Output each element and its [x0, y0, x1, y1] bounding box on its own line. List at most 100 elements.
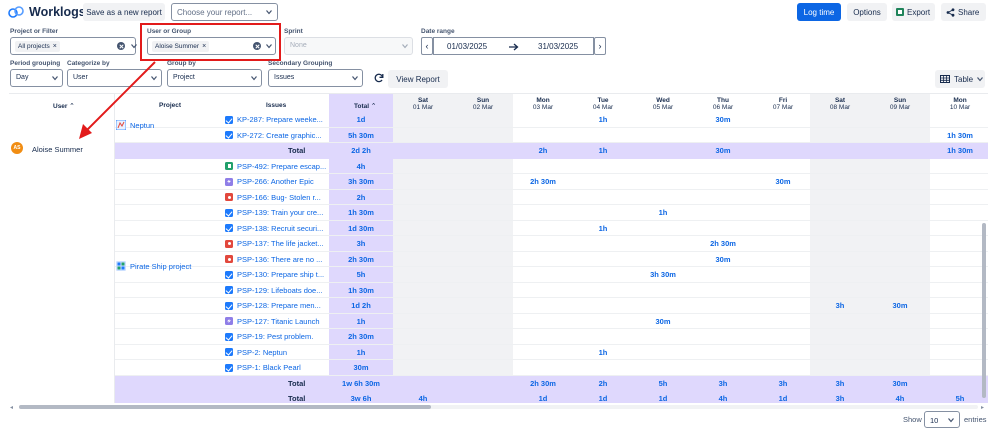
day-cell[interactable]: 3h: [693, 379, 753, 388]
date-prev-button[interactable]: ‹: [421, 37, 433, 55]
issue-link[interactable]: PSP-19: Pest problem.: [225, 332, 313, 341]
view-report-button[interactable]: View Report: [388, 70, 448, 88]
day-cell[interactable]: 1h: [573, 115, 633, 124]
day-cell[interactable]: 2h 30m: [513, 177, 573, 186]
table-row: PSP-137: The life jacket... 3h 2h 30m: [115, 236, 988, 252]
table-view-label: Table: [954, 74, 974, 84]
day-cell[interactable]: 2h 30m: [513, 379, 573, 388]
share-button[interactable]: Share: [941, 3, 986, 21]
task-icon: [225, 224, 233, 232]
day-cell[interactable]: 30m: [870, 379, 930, 388]
issue-link[interactable]: PSP-127: Titanic Launch: [225, 317, 320, 326]
day-cell[interactable]: 1h: [573, 146, 633, 155]
bug-icon: [225, 255, 233, 263]
total-column-header[interactable]: Total ⌃: [354, 102, 376, 110]
date-from[interactable]: 01/03/2025: [447, 42, 487, 51]
issue-link[interactable]: PSP-137: The life jacket...: [225, 239, 324, 248]
day-cell[interactable]: 2h: [513, 146, 573, 155]
date-next-button[interactable]: ›: [594, 37, 606, 55]
horizontal-scrollbar[interactable]: ◂ ▸: [9, 403, 988, 411]
scroll-left-icon[interactable]: ◂: [10, 404, 13, 411]
row-total-cell: 30m: [353, 363, 369, 372]
issue-link[interactable]: PSP-266: Another Epic: [225, 177, 314, 186]
day-cell[interactable]: 3h 30m: [633, 270, 693, 279]
issue-link[interactable]: PSP-138: Recruit securi...: [225, 224, 323, 233]
day-cell[interactable]: 4h: [870, 394, 930, 403]
row-total-cell: 1h: [356, 316, 366, 326]
day-cell[interactable]: 30m: [633, 317, 693, 326]
table-view-button[interactable]: Table: [935, 70, 985, 88]
table-row: PSP-492: Prepare escap... 4h: [115, 159, 988, 174]
issue-link[interactable]: PSP-139: Train your cre...: [225, 208, 323, 217]
issue-link[interactable]: PSP-130: Prepare ship t...: [225, 270, 324, 279]
task-icon: [225, 348, 233, 356]
issue-link[interactable]: PSP-492: Prepare escap...: [225, 162, 326, 171]
task-icon: [225, 286, 233, 294]
options-button[interactable]: Options: [847, 3, 887, 21]
day-cell[interactable]: 1h: [633, 208, 693, 217]
project-filter-select[interactable]: All projects ×: [10, 37, 137, 55]
table-row: PSP-1: Black Pearl 30m: [115, 360, 988, 376]
day-cell[interactable]: 3h: [810, 394, 870, 403]
report-select[interactable]: Choose your report...: [171, 3, 278, 21]
table-row: PSP-128: Prepare men... 1d 2h 3h 30m: [115, 298, 988, 314]
scrollbar-thumb[interactable]: [982, 223, 986, 398]
epic-icon: [225, 317, 233, 325]
issue-link[interactable]: PSP-136: There are no ...: [225, 255, 322, 264]
period-grouping-select[interactable]: Day: [10, 69, 63, 87]
day-cell[interactable]: 3h: [753, 379, 813, 388]
page-size-value: 10: [930, 416, 939, 425]
day-cell[interactable]: 30m: [870, 301, 930, 310]
footer-show-label: Show: [903, 415, 922, 424]
day-cell[interactable]: 1d: [633, 394, 693, 403]
issue-link[interactable]: KP-272: Create graphic...: [225, 131, 322, 140]
task-icon: [225, 208, 233, 217]
day-cell[interactable]: 1d: [753, 394, 813, 403]
save-report-button[interactable]: Save as a new report: [83, 3, 165, 21]
day-cell[interactable]: 2h: [573, 379, 633, 388]
page-size-select[interactable]: 10: [924, 411, 960, 428]
vertical-scrollbar[interactable]: [980, 93, 988, 403]
day-cell[interactable]: 5h: [633, 379, 693, 388]
chevron-down-icon: [266, 10, 272, 15]
scroll-right-icon[interactable]: ▸: [981, 404, 984, 411]
chevron-down-icon: [977, 77, 984, 82]
refresh-icon[interactable]: [374, 73, 384, 83]
issue-link[interactable]: PSP-1: Black Pearl: [225, 363, 301, 372]
date-to[interactable]: 31/03/2025: [538, 42, 578, 51]
total-label: Total: [288, 146, 306, 155]
issue-link[interactable]: PSP-128: Prepare men...: [225, 301, 321, 310]
project-link-pirate-ship[interactable]: Pirate Ship project: [116, 261, 191, 271]
user-column-header[interactable]: User ⌃: [53, 102, 75, 110]
log-time-button[interactable]: Log time: [797, 3, 841, 21]
total-value: 1w 6h 30m: [342, 378, 380, 388]
day-cell[interactable]: 30m: [753, 177, 813, 186]
issue-link[interactable]: KP-287: Prepare weeke...: [225, 115, 323, 124]
day-cell[interactable]: 3h: [810, 379, 870, 388]
sprint-select: None: [284, 37, 413, 55]
day-cell[interactable]: 1d: [513, 394, 573, 403]
day-column-header: Sun 02 Mar: [472, 97, 494, 111]
day-cell[interactable]: 2h 30m: [693, 239, 753, 248]
table-row: PSP-139: Train your cre... 1h 30m 1h: [115, 205, 988, 221]
day-cell[interactable]: 30m: [693, 115, 753, 124]
group-by-label: Group by: [167, 60, 196, 67]
issue-link[interactable]: PSP-2: Neptun: [225, 348, 287, 357]
day-cell[interactable]: 30m: [693, 255, 753, 264]
day-cell[interactable]: 4h: [393, 394, 453, 403]
date-range-input[interactable]: 01/03/2025 31/03/2025: [433, 37, 594, 55]
day-cell[interactable]: 4h: [693, 394, 753, 403]
day-cell[interactable]: 1d: [573, 394, 633, 403]
day-cell[interactable]: 3h: [810, 301, 870, 310]
day-cell[interactable]: 1h: [573, 348, 633, 357]
secondary-grouping-select[interactable]: Issues: [268, 69, 363, 87]
clear-icon[interactable]: [117, 42, 125, 50]
issue-link[interactable]: PSP-166: Bug- Stolen r...: [225, 193, 321, 202]
day-cell[interactable]: 1h: [573, 224, 633, 233]
export-button[interactable]: Export: [892, 3, 935, 21]
day-cell[interactable]: 30m: [693, 146, 753, 155]
scrollbar-thumb[interactable]: [19, 405, 431, 409]
issue-link[interactable]: PSP-129: Lifeboats doe...: [225, 286, 322, 295]
remove-tag-icon[interactable]: ×: [53, 43, 57, 50]
group-by-select[interactable]: Project: [167, 69, 262, 87]
